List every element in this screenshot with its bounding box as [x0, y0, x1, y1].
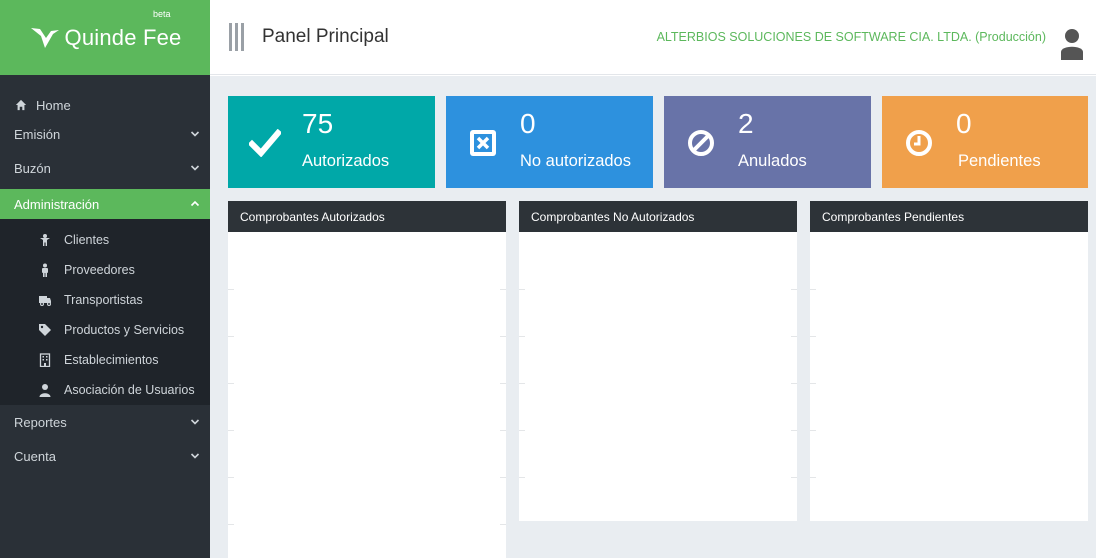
panel-title: Comprobantes Pendientes — [810, 201, 1088, 232]
stat-value: 75 — [302, 108, 334, 139]
check-icon — [248, 126, 282, 160]
submenu-item-label: Establecimientos — [64, 353, 159, 367]
submenu-item-label: Asociación de Usuarios — [64, 383, 195, 397]
sidebar: Quinde Fee beta Home Emisión Buzón Admin… — [0, 0, 210, 558]
submenu-item-label: Proveedores — [64, 263, 135, 277]
administracion-submenu: Clientes Proveedores Transportistas Prod… — [0, 219, 210, 405]
beta-badge: beta — [153, 9, 171, 19]
stat-value: 2 — [738, 108, 754, 139]
stat-label: Pendientes — [958, 152, 1041, 170]
top-header: Panel Principal ALTERBIOS SOLUCIONES DE … — [210, 0, 1096, 75]
sidebar-item-home[interactable]: Home — [0, 93, 210, 117]
user-icon — [39, 384, 51, 397]
submenu-item-asociacion-usuarios[interactable]: Asociación de Usuarios — [0, 375, 210, 405]
x-square-icon — [466, 126, 500, 160]
stat-label: No autorizados — [520, 152, 631, 170]
sidebar-item-label: Buzón — [14, 160, 51, 176]
sidebar-item-reportes[interactable]: Reportes — [0, 405, 210, 439]
submenu-item-label: Clientes — [64, 233, 110, 247]
panel-comprobantes-no-autorizados: Comprobantes No Autorizados — [519, 201, 797, 521]
submenu-item-clientes[interactable]: Clientes — [0, 225, 210, 255]
chevron-down-icon — [190, 131, 200, 137]
panel-comprobantes-autorizados: Comprobantes Autorizados — [228, 201, 506, 558]
stat-card-pendientes[interactable]: 0 Pendientes — [882, 96, 1088, 188]
chevron-down-icon — [190, 453, 200, 459]
sidebar-item-cuenta[interactable]: Cuenta — [0, 439, 210, 473]
stat-card-anulados[interactable]: 2 Anulados — [664, 96, 871, 188]
panel-comprobantes-pendientes: Comprobantes Pendientes — [810, 201, 1088, 521]
sidebar-item-buzon[interactable]: Buzón — [0, 151, 210, 185]
hummingbird-logo-icon — [30, 27, 59, 48]
building-icon — [39, 353, 51, 367]
truck-icon — [39, 296, 51, 306]
male-icon — [42, 263, 48, 277]
page-title: Panel Principal — [262, 26, 389, 47]
submenu-item-productos[interactable]: Productos y Servicios — [0, 315, 210, 345]
stat-value: 0 — [520, 108, 536, 139]
chevron-down-icon — [190, 165, 200, 171]
stat-label: Autorizados — [302, 152, 390, 170]
submenu-item-transportistas[interactable]: Transportistas — [0, 285, 210, 315]
child-icon — [40, 234, 50, 246]
sidebar-item-label: Emisión — [14, 126, 61, 142]
sidebar-item-label: Cuenta — [14, 448, 56, 464]
stat-card-no-autorizados[interactable]: 0 No autorizados — [446, 96, 653, 188]
stat-card-autorizados[interactable]: 75 Autorizados — [228, 96, 435, 188]
sidebar-item-label: Reportes — [14, 414, 67, 430]
sidebar-item-label: Home — [36, 97, 71, 113]
sidebar-item-administracion[interactable]: Administración — [0, 189, 210, 219]
chevron-down-icon — [190, 419, 200, 425]
sidebar-item-emision[interactable]: Emisión — [0, 117, 210, 151]
company-name: ALTERBIOS SOLUCIONES DE SOFTWARE CIA. LT… — [656, 30, 1046, 44]
home-icon — [15, 99, 27, 111]
submenu-item-establecimientos[interactable]: Establecimientos — [0, 345, 210, 375]
submenu-item-proveedores[interactable]: Proveedores — [0, 255, 210, 285]
submenu-item-label: Productos y Servicios — [64, 323, 185, 337]
stat-label: Anulados — [738, 152, 807, 170]
main-content: 75 Autorizados 0 No autorizados 2 Anulad… — [210, 76, 1096, 558]
menu-toggle-button[interactable] — [229, 23, 244, 51]
brand-name: Quinde Fee — [64, 24, 182, 50]
clock-icon — [902, 126, 936, 160]
sidebar-item-label: Administración — [14, 196, 100, 212]
panel-title: Comprobantes No Autorizados — [519, 201, 797, 232]
submenu-item-label: Transportistas — [64, 293, 143, 307]
tag-icon — [39, 324, 51, 336]
stat-value: 0 — [956, 108, 972, 139]
ban-icon — [684, 126, 718, 160]
user-menu-icon[interactable] — [1060, 28, 1084, 60]
panel-title: Comprobantes Autorizados — [228, 201, 506, 232]
chevron-up-icon — [190, 200, 200, 207]
logo[interactable]: Quinde Fee beta — [0, 0, 210, 75]
